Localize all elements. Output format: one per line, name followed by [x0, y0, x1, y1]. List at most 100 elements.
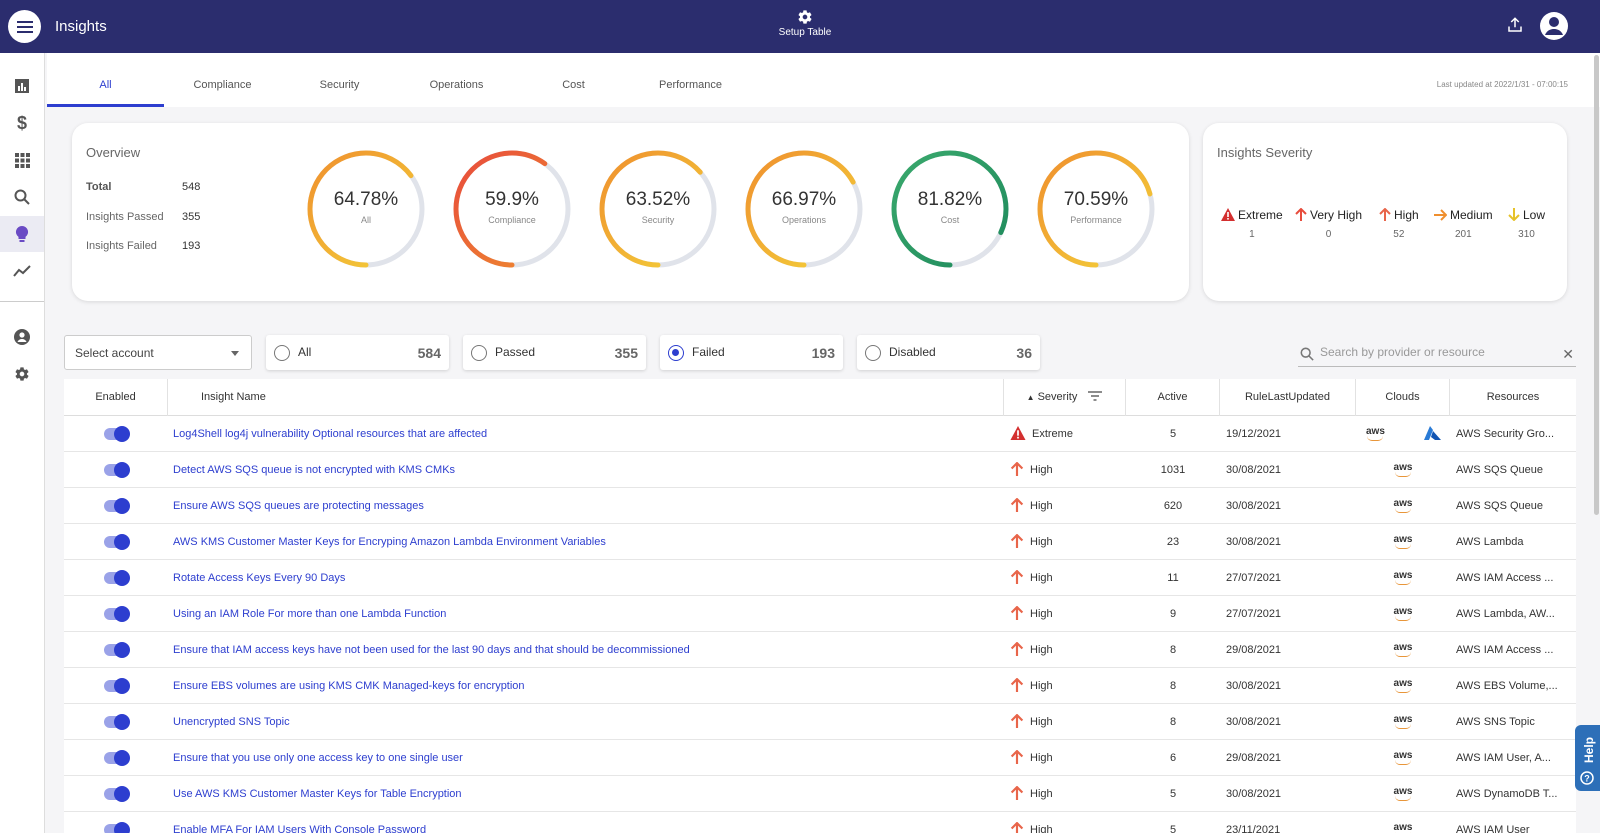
insight-name-link[interactable]: Ensure EBS volumes are using KMS CMK Man…: [173, 680, 525, 692]
clouds-cell: aws: [1356, 812, 1450, 833]
enabled-toggle[interactable]: [104, 606, 130, 622]
aws-logo-icon: aws: [1394, 823, 1413, 833]
filter-failed[interactable]: Failed 193: [660, 335, 843, 370]
col-severity[interactable]: ▲ Severity: [1004, 379, 1126, 416]
enabled-toggle[interactable]: [104, 570, 130, 586]
radio-failed[interactable]: [668, 345, 684, 361]
insight-name-link[interactable]: Enable MFA For IAM Users With Console Pa…: [173, 824, 426, 833]
insight-name-link[interactable]: Ensure that you use only one access key …: [173, 752, 463, 764]
col-severity-label: Severity: [1037, 391, 1078, 403]
clear-search-icon[interactable]: ✕: [1562, 346, 1574, 363]
severity-low: Low 310: [1508, 208, 1545, 240]
table-row[interactable]: Ensure EBS volumes are using KMS CMK Man…: [64, 668, 1576, 704]
enabled-toggle[interactable]: [104, 822, 130, 833]
sidebar-item-apps[interactable]: [0, 142, 44, 178]
insight-name-link[interactable]: Ensure that IAM access keys have not bee…: [173, 644, 690, 656]
insight-name-cell: AWS KMS Customer Master Keys for Encrypi…: [173, 524, 993, 560]
col-insight-name[interactable]: Insight Name: [168, 379, 1004, 416]
enabled-toggle[interactable]: [104, 714, 130, 730]
ring-label: Performance: [1070, 215, 1122, 225]
table-row[interactable]: Ensure AWS SQS queues are protecting mes…: [64, 488, 1576, 524]
insight-name-link[interactable]: Using an IAM Role For more than one Lamb…: [173, 608, 446, 620]
arrow-up-icon: [1295, 207, 1307, 221]
insight-name-cell: Log4Shell log4j vulnerability Optional r…: [173, 416, 993, 452]
export-button[interactable]: [1506, 16, 1524, 39]
search-input[interactable]: [1320, 345, 1550, 359]
filter-disabled[interactable]: Disabled 36: [857, 335, 1040, 370]
ring-percent: 63.52%: [625, 189, 691, 210]
table-row[interactable]: Ensure that IAM access keys have not bee…: [64, 632, 1576, 668]
radio-all[interactable]: [274, 345, 290, 361]
account-select[interactable]: Select account: [64, 335, 252, 370]
table-row[interactable]: Unencrypted SNS Topic High 8 30/08/2021 aws A…: [64, 704, 1576, 740]
sidebar-item-search[interactable]: [0, 179, 44, 215]
enabled-toggle[interactable]: [104, 786, 130, 802]
sidebar-item-dashboard[interactable]: [0, 68, 44, 104]
insight-name-link[interactable]: Detect AWS SQS queue is not encrypted wi…: [173, 464, 455, 476]
menu-button[interactable]: [8, 10, 41, 43]
severity-extreme: Extreme 1: [1221, 208, 1283, 240]
radio-passed[interactable]: [471, 345, 487, 361]
score-ring-security: 63.52% Security: [596, 147, 720, 271]
insight-name-cell: Ensure that you use only one access key …: [173, 740, 993, 776]
table-row[interactable]: Rotate Access Keys Every 90 Days High 11 27…: [64, 560, 1576, 596]
tab-cost[interactable]: Cost: [515, 53, 632, 107]
insight-name-link[interactable]: Unencrypted SNS Topic: [173, 716, 290, 728]
arrow-up-icon: [1010, 678, 1024, 692]
passed-value: 355: [182, 211, 201, 223]
arrow-up-icon: [1010, 714, 1024, 728]
sidebar-item-cost[interactable]: $: [0, 105, 44, 141]
ring-label: Security: [641, 215, 675, 225]
sidebar-item-insights[interactable]: [0, 216, 44, 252]
table-row[interactable]: AWS KMS Customer Master Keys for Encrypi…: [64, 524, 1576, 560]
updated-cell: 23/11/2021: [1226, 824, 1281, 833]
scrollbar[interactable]: [1594, 55, 1599, 515]
enabled-toggle[interactable]: [104, 642, 130, 658]
sidebar-item-trends[interactable]: [0, 253, 44, 289]
setup-table-label: Setup Table: [778, 27, 832, 38]
col-clouds[interactable]: Clouds: [1356, 379, 1450, 416]
sidebar-item-profile[interactable]: [0, 319, 44, 355]
insight-name-link[interactable]: Rotate Access Keys Every 90 Days: [173, 572, 345, 584]
arrow-right-icon: [1434, 209, 1448, 221]
sidebar-item-settings[interactable]: [0, 356, 44, 392]
table-row[interactable]: Ensure that you use only one access key …: [64, 740, 1576, 776]
enabled-toggle[interactable]: [104, 678, 130, 694]
severity-card: Insights Severity Extreme 1 Very High 0 Hi…: [1203, 123, 1567, 301]
enabled-toggle[interactable]: [104, 462, 130, 478]
enabled-toggle[interactable]: [104, 498, 130, 514]
filter-icon[interactable]: [1088, 391, 1103, 401]
col-resources[interactable]: Resources: [1450, 379, 1576, 416]
severity-text: High: [1030, 608, 1053, 620]
col-rule-last-updated[interactable]: RuleLastUpdated: [1220, 379, 1356, 416]
table-row[interactable]: Enable MFA For IAM Users With Console Pa…: [64, 812, 1576, 833]
enabled-toggle[interactable]: [104, 750, 130, 766]
tab-operations[interactable]: Operations: [398, 53, 515, 107]
insight-name-link[interactable]: Use AWS KMS Customer Master Keys for Tab…: [173, 788, 462, 800]
tab-all[interactable]: All: [47, 53, 164, 107]
warning-triangle-icon: [1010, 426, 1026, 440]
enabled-toggle[interactable]: [104, 534, 130, 550]
table-row[interactable]: Use AWS KMS Customer Master Keys for Tab…: [64, 776, 1576, 812]
table-row[interactable]: Using an IAM Role For more than one Lamb…: [64, 596, 1576, 632]
help-button[interactable]: Help ?: [1575, 725, 1600, 791]
tab-compliance[interactable]: Compliance: [164, 53, 281, 107]
filter-all[interactable]: All 584: [266, 335, 449, 370]
severity-cell: High: [1010, 488, 1126, 524]
radio-disabled[interactable]: [865, 345, 881, 361]
col-enabled[interactable]: Enabled: [64, 379, 168, 416]
enabled-toggle[interactable]: [104, 426, 130, 442]
tab-performance[interactable]: Performance: [632, 53, 749, 107]
tab-security[interactable]: Security: [281, 53, 398, 107]
table-row[interactable]: Log4Shell log4j vulnerability Optional r…: [64, 416, 1576, 452]
arrow-up-icon: [1379, 207, 1391, 221]
table-row[interactable]: Detect AWS SQS queue is not encrypted wi…: [64, 452, 1576, 488]
insight-name-link[interactable]: AWS KMS Customer Master Keys for Encrypi…: [173, 536, 606, 548]
warning-triangle-icon: [1221, 208, 1235, 221]
account-button[interactable]: [1539, 11, 1569, 46]
filter-passed[interactable]: Passed 355: [463, 335, 646, 370]
setup-table-button[interactable]: Setup Table: [770, 9, 840, 38]
insight-name-link[interactable]: Ensure AWS SQS queues are protecting mes…: [173, 500, 424, 512]
col-active[interactable]: Active: [1126, 379, 1220, 416]
insight-name-link[interactable]: Log4Shell log4j vulnerability Optional r…: [173, 428, 487, 440]
